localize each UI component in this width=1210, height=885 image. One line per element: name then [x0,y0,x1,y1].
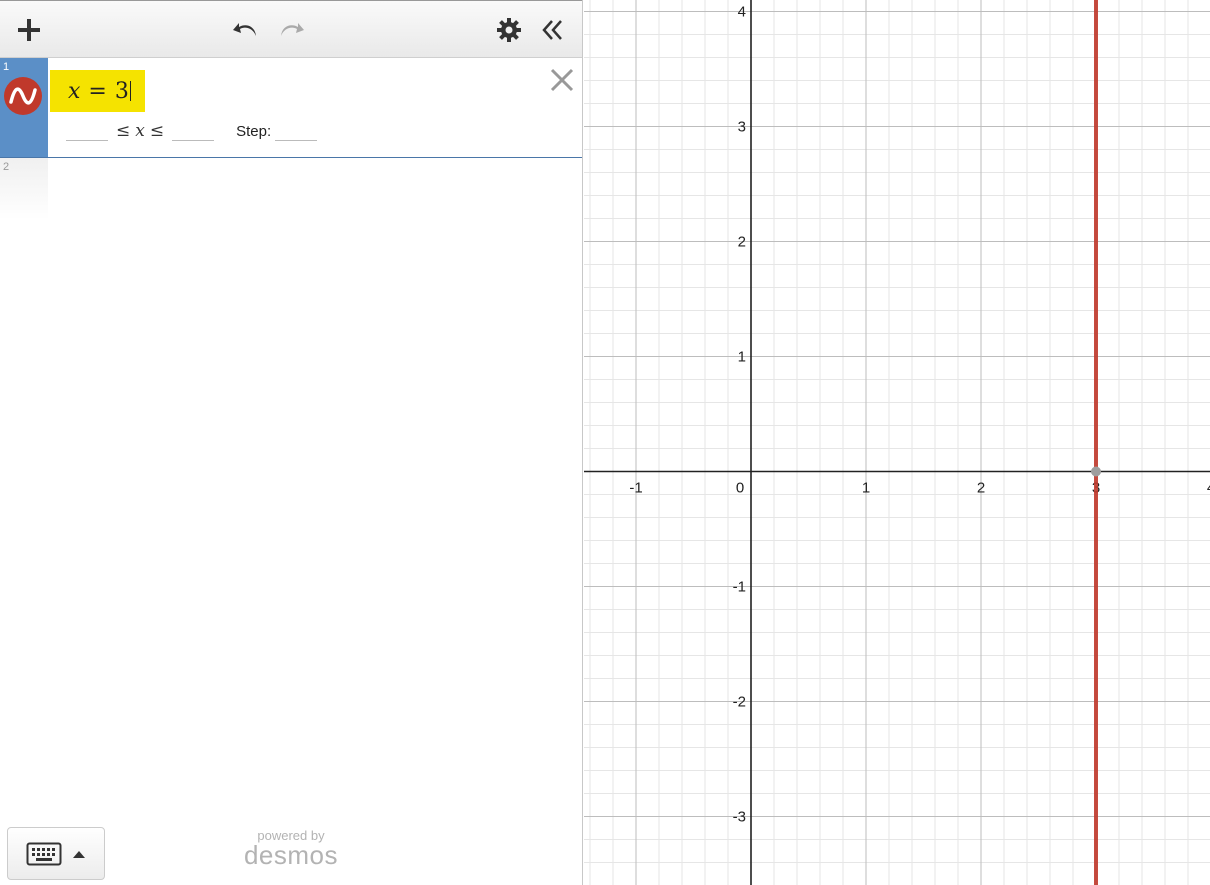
expression-operator: = [88,78,107,104]
graph-style-toggle[interactable] [4,77,42,115]
step-label: Step: [236,122,272,140]
expression-index: 2 [3,161,10,173]
x-axis-tick-labels: -101234 [629,480,1210,497]
redo-button[interactable] [275,15,309,45]
expression-item-2[interactable]: 2 [0,158,48,220]
expression-gutter: 1 [0,58,48,157]
expression-panel: 1 x = 3 ≤ x ≤ Step: 2 powered by desmos [0,0,583,885]
undo-button[interactable] [228,15,262,45]
major-grid [584,0,1210,885]
caret-up-icon [73,850,85,858]
y-tick-label: -3 [733,809,746,826]
expression-index: 1 [3,61,10,73]
expression-item-1[interactable]: 1 x = 3 ≤ x ≤ Step: [0,58,582,158]
minor-grid [584,0,1210,885]
expression-input[interactable]: x = 3 [50,70,145,112]
redo-icon [281,23,304,36]
y-tick-label: 3 [738,119,746,136]
desmos-logo: desmos [243,840,339,870]
domain-lower-input[interactable] [66,122,108,141]
expression-rhs: 3 [114,78,129,104]
add-item-button[interactable] [14,15,44,45]
keyboard-toggle-button[interactable] [7,827,105,880]
axes [584,0,1210,885]
graphed-line [1091,0,1101,885]
collapse-panel-button[interactable] [538,15,568,45]
domain-restriction-row: ≤ x ≤ Step: [66,116,325,146]
close-icon [550,68,574,92]
y-tick-label: 1 [738,349,746,366]
step-input[interactable] [275,122,318,141]
delete-expression-button[interactable] [548,66,576,94]
x-tick-label: 2 [977,480,985,497]
y-tick-label: 2 [738,234,746,251]
toolbar [0,0,582,58]
keyboard-icon [26,842,62,865]
y-tick-label: 4 [738,4,746,21]
powered-by-desmos[interactable]: powered by desmos [240,829,342,868]
x-tick-label: -1 [629,480,642,497]
wave-icon [9,87,37,105]
x-tick-label: 1 [862,480,870,497]
gear-icon [497,18,521,42]
text-cursor [129,81,131,101]
plus-icon [18,19,40,41]
x-intercept-point[interactable] [1091,466,1101,477]
x-tick-label: 0 [736,480,744,497]
settings-button[interactable] [494,15,524,45]
y-tick-label: -2 [733,694,746,711]
undo-icon [233,23,256,36]
domain-variable: x [135,121,145,141]
leq-symbol: ≤ [116,121,131,141]
graph-canvas[interactable]: -101234 4321-1-2-3 [584,0,1210,885]
domain-upper-input[interactable] [172,122,215,141]
leq-symbol: ≤ [149,121,165,141]
collapse-icon [542,20,562,40]
expression-lhs: x [68,78,81,104]
y-tick-label: -1 [733,579,746,596]
